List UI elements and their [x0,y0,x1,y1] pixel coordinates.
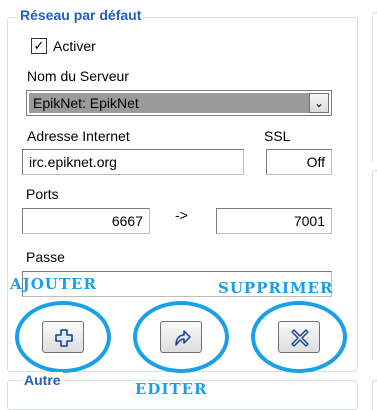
enable-label: Activer [53,38,96,54]
redo-arrow-icon [175,330,191,346]
right-panel-edge [372,12,377,162]
delete-button[interactable] [278,321,320,353]
enable-checkbox[interactable]: ✓ [31,38,47,54]
server-name-select[interactable]: EpikNet: EpikNet ⌄ [26,90,332,116]
internet-address-label: Adresse Internet [27,128,130,144]
server-name-value: EpikNet: EpikNet [29,93,309,113]
server-name-label: Nom du Serveur [27,68,129,84]
add-button[interactable] [42,321,84,353]
default-network-title: Réseau par défaut [18,7,144,23]
ssl-label: SSL [264,128,291,144]
plus-icon [55,329,73,347]
delete-annotation: SUPPRIMER [218,279,334,297]
internet-address-input[interactable]: irc.epiknet.org [22,149,244,175]
port-to-input[interactable]: 7001 [216,208,332,234]
right-panel-edge-lower [372,170,377,360]
port-from-input[interactable]: 6667 [22,208,150,234]
edit-button[interactable] [160,321,202,353]
other-right-edge [372,380,377,410]
other-section-title: Autre [22,372,63,388]
chevron-down-icon[interactable]: ⌄ [309,93,329,113]
x-icon [291,329,309,347]
add-annotation: AJOUTER [10,275,97,293]
password-label: Passe [26,249,65,265]
port-range-arrow: -> [175,207,188,223]
ports-label: Ports [26,186,59,202]
ssl-field[interactable]: Off [266,149,332,175]
